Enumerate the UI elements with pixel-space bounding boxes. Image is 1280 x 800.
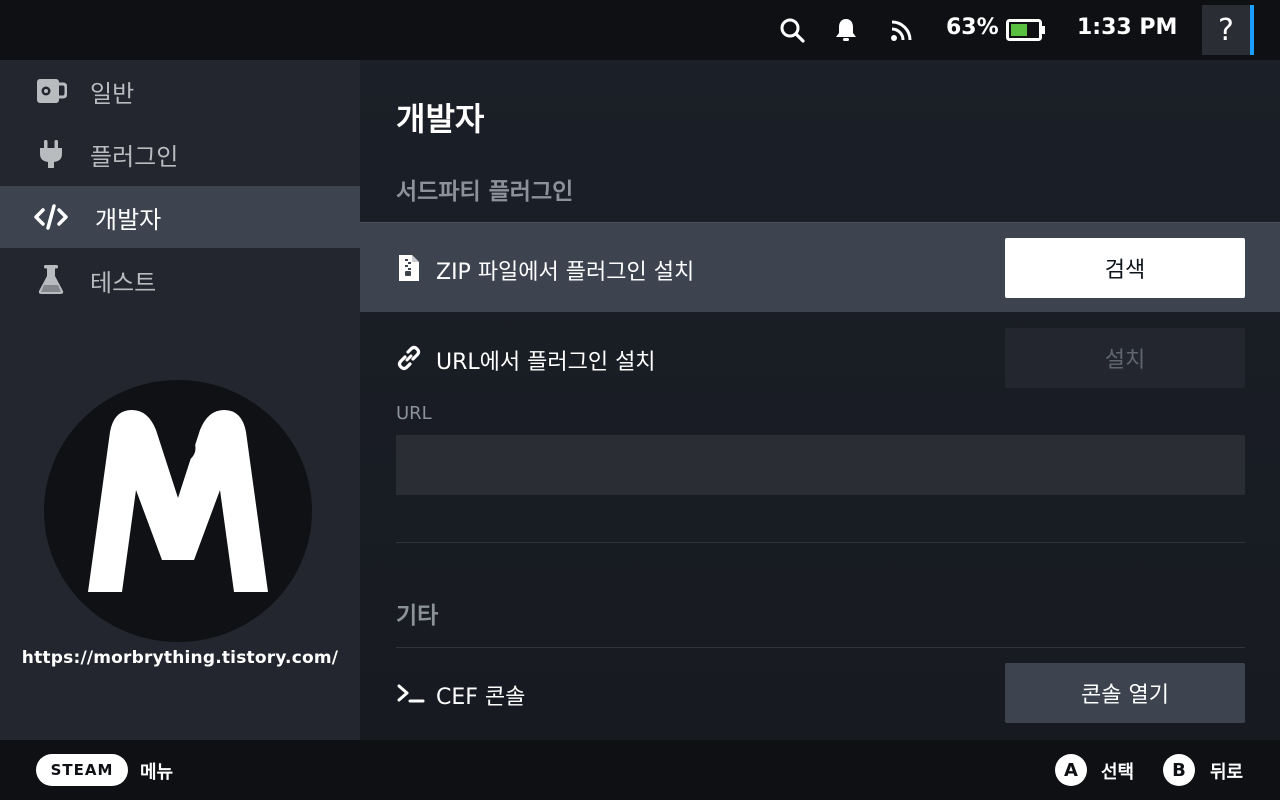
sidebar-item-plugins[interactable]: 플러그인 (0, 123, 360, 185)
footer-hints: STEAM 메뉴 A 선택 B 뒤로 (0, 740, 1280, 800)
cef-console-label: CEF 콘솔 (436, 685, 526, 710)
help-button[interactable]: ? (1202, 5, 1254, 55)
link-icon (396, 343, 422, 373)
search-icon[interactable] (776, 14, 808, 46)
blog-logo (44, 380, 312, 642)
menu-label: 메뉴 (140, 762, 174, 783)
back-label[interactable]: 뒤로 (1210, 758, 1243, 784)
install-button[interactable]: 설치 (1005, 328, 1245, 388)
url-input[interactable] (396, 435, 1245, 495)
url-install-label: URL에서 플러그인 설치 (436, 350, 656, 375)
steam-button[interactable]: STEAM (36, 754, 128, 786)
browse-button[interactable]: 검색 (1005, 238, 1245, 298)
sidebar-item-developer[interactable]: 개발자 (0, 186, 360, 248)
select-label[interactable]: 선택 (1101, 758, 1134, 784)
other-section-title: 기타 (396, 603, 439, 629)
a-button-icon: A (1055, 754, 1087, 786)
sidebar-item-label: 플러그인 (90, 142, 179, 171)
sidebar-item-label: 테스트 (90, 268, 157, 297)
battery-percent: 63% (946, 15, 999, 40)
battery-icon (1006, 19, 1046, 45)
b-button-icon: B (1163, 754, 1195, 786)
sidebar-item-testing[interactable]: 테스트 (0, 249, 360, 311)
developer-settings-panel: 개발자 서드파티 플러그인 ZIP 파일에서 플러그인 설치 검색 URL에서 … (360, 60, 1280, 740)
code-icon (34, 200, 68, 234)
divider (396, 542, 1245, 543)
page-title: 개발자 (396, 100, 485, 138)
signal-icon (886, 14, 918, 46)
zip-file-icon (396, 253, 422, 283)
sidebar-item-label: 개발자 (95, 205, 162, 234)
status-bar: 63% 1:33 PM ? (0, 0, 1280, 60)
terminal-icon (396, 678, 426, 708)
blog-url: https://morbrything.tistory.com/ (21, 648, 339, 668)
divider (396, 647, 1245, 648)
clock: 1:33 PM (1077, 15, 1178, 40)
sidebar-item-general[interactable]: 일반 (0, 60, 360, 122)
open-console-button[interactable]: 콘솔 열기 (1005, 663, 1245, 723)
bell-icon[interactable] (830, 14, 862, 46)
zip-install-label: ZIP 파일에서 플러그인 설치 (436, 260, 695, 285)
sidebar-item-label: 일반 (90, 79, 135, 108)
plug-icon (34, 137, 68, 171)
coffee-mug-icon (34, 74, 68, 108)
third-party-section-title: 서드파티 플러그인 (396, 179, 574, 205)
sidebar: 일반 플러그인 개발자 테스트 https://morbrything.tist… (0, 60, 360, 740)
url-field-label: URL (396, 403, 432, 424)
flask-icon (34, 263, 68, 297)
